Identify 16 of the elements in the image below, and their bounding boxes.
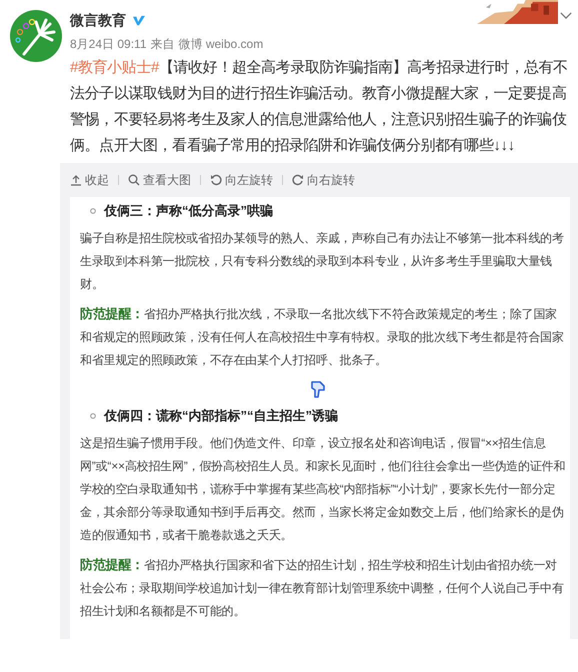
section-heading: 伎俩四：谎称“内部指标”“自主招生”诱骗 [104,407,338,425]
article-paragraph: 骗子自称是招生院校或省招办某领导的熟人、亲戚，声称自己有办法让不够第一批本科线的考生录取到本科第一批院校，只有专科分数线的录取到本科专业，从许多考生手里骗取大量钱财。 [80,230,565,293]
section-heading: 伎俩三：声称“低分高录”哄骗 [104,202,273,220]
hashtag-link[interactable]: #教育小贴士# [70,59,159,76]
account-name[interactable]: 微言教育 [70,12,126,30]
toolbar-button[interactable]: 向左旋转 [210,172,273,188]
toolbar-button[interactable]: 向右旋转 [292,172,355,188]
post-time[interactable]: 8月24日 09:11 [70,36,146,53]
post-text: #教育小贴士#【请收好！超全高考录取防诈骗指南】高考招录进行时，总有不法分子以谋取钱财为目的进行招生诈骗活动。教育小微提醒大家，一定要提高警惕，不要轻易将考生及家人的信息泄露给他人，注意识别招生骗子的诈骗伎俩。点开大图，看看骗子常用的招录陷阱和诈骗伎俩分别都有哪些↓↓↓ [70,58,569,156]
warning-paragraph: 防范提醒：省招办严格执行批次线，不录取一名批次线下不符合政策规定的考生；除了国家和省规定的照顾政策，没有任何人在高校招生中享有特权。录取的批次线下考生都是符合国家和省里规定的照顾政策，不存在由某个人打招呼、批条子。 [80,305,565,369]
toolbar-button[interactable]: 查看大图 [128,172,191,188]
source-prefix: 来自 [150,36,174,53]
warning-paragraph: 防范提醒：省招办严格执行国家和省下达的招生计划，招生学校和招生计划由省招办统一对社会公布；录取期间学校追加计划一律在教育部计划管理系统中调整，任何个人说自己手中有招生计划和名额都是不可能的。 [80,556,565,620]
article-paragraph: 这是招生骗子惯用手段。他们伪造文件、印章，设立报名处和咨询电话，假冒“××招生信息网”或“××高校招生网”，假扮高校招生人员。和家长见面时，他们往往会拿出一些伪造的证件和学校的空白录取通知书，谎称手中掌握有某些高校“内部指标”“小计划”，要家长先付一部分定金，其余部分等录取通知书到手后再交。然而，当家长将定金如数交上后，他们给家长的是伪造的假通知书，或者干脆卷款逃之夭夭。 [80,435,566,544]
toolbar-button[interactable]: 收起 [70,172,109,188]
post-source[interactable]: 微博 weibo.com [178,36,264,53]
